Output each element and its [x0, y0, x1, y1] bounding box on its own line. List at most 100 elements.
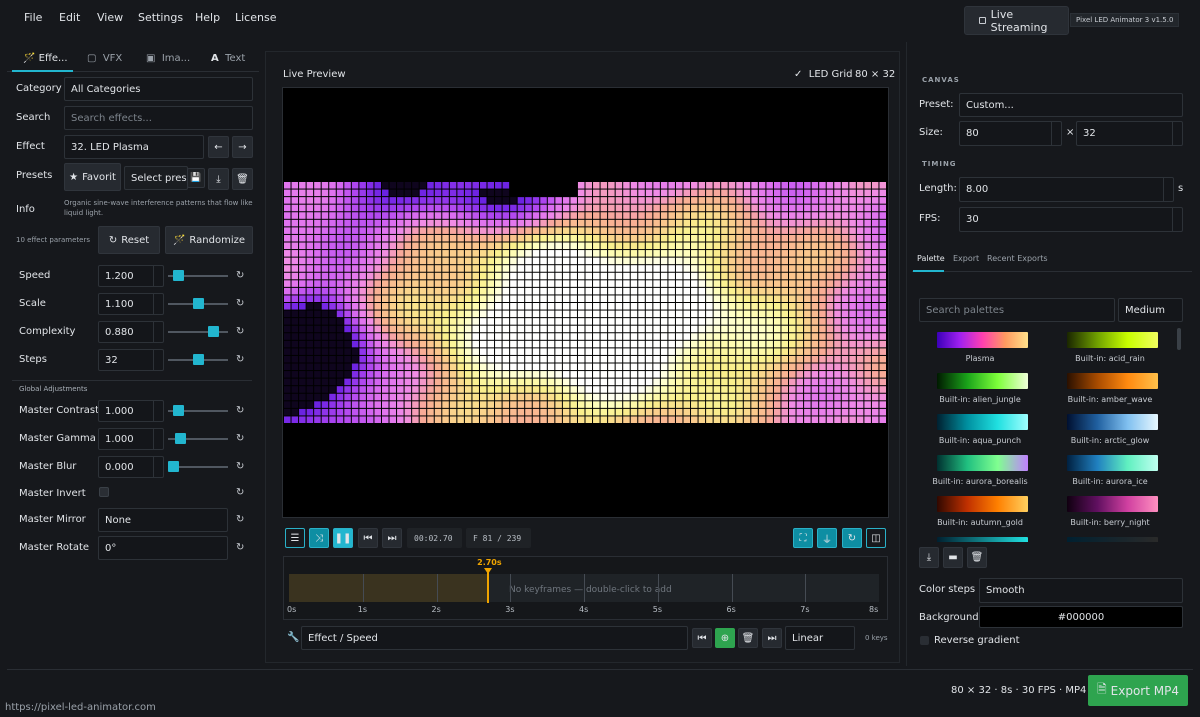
menu-license[interactable]: License: [235, 11, 276, 24]
refresh-icon[interactable]: ↻: [236, 433, 244, 444]
master-rotate-select[interactable]: 0°: [98, 536, 228, 560]
add-keyframe-button[interactable]: ⊕: [715, 628, 735, 648]
palette-swatch[interactable]: [937, 455, 1028, 471]
track-select[interactable]: Effect / Speed: [301, 626, 688, 650]
stepper-icon[interactable]: [153, 266, 163, 286]
reset-button[interactable]: ↻ Reset: [98, 226, 160, 254]
refresh-icon[interactable]: ↻: [236, 542, 244, 553]
refresh-icon[interactable]: ↻: [236, 270, 244, 281]
param-input[interactable]: 32: [98, 349, 164, 371]
fullscreen-button[interactable]: ⛶: [793, 528, 813, 548]
stepper-icon[interactable]: [153, 322, 163, 342]
loop-button[interactable]: ↻: [842, 528, 862, 548]
favorite-button[interactable]: ★ Favorit: [64, 163, 121, 191]
next-keyframe-button[interactable]: ⏭: [762, 628, 782, 648]
tab-text[interactable]: A Text: [211, 53, 245, 64]
param-slider-thumb[interactable]: [208, 326, 220, 337]
stepper-icon[interactable]: [1172, 122, 1182, 145]
refresh-icon[interactable]: ↻: [236, 487, 244, 498]
palette-swatch[interactable]: [1067, 332, 1158, 348]
param-slider-thumb[interactable]: [175, 433, 187, 444]
palette-swatch[interactable]: [1067, 537, 1158, 542]
site-url[interactable]: https://pixel-led-animator.com: [5, 702, 156, 713]
length-input[interactable]: 8.00: [959, 177, 1174, 202]
refresh-icon[interactable]: ↻: [236, 461, 244, 472]
tab-export[interactable]: Export: [953, 254, 979, 263]
param-input[interactable]: 1.200: [98, 265, 164, 287]
menu-settings[interactable]: Settings: [138, 11, 183, 24]
stepper-icon[interactable]: [1172, 208, 1182, 231]
palette-folder-button[interactable]: ▬: [943, 547, 963, 568]
param-slider-thumb[interactable]: [192, 298, 204, 309]
led-grid-toggle[interactable]: ✓ LED Grid: [794, 69, 853, 80]
refresh-icon[interactable]: ↻: [236, 514, 244, 525]
stepper-icon[interactable]: [153, 350, 163, 370]
delete-keyframe-button[interactable]: 🗑: [738, 628, 758, 648]
skip-back-button[interactable]: ⏮: [358, 528, 378, 548]
next-effect-button[interactable]: →: [232, 136, 253, 158]
scrollbar-thumb[interactable]: [1177, 328, 1181, 350]
pause-button[interactable]: ❚❚: [333, 528, 353, 548]
width-input[interactable]: 80: [959, 121, 1062, 146]
interpolation-select[interactable]: Linear: [785, 626, 855, 650]
prev-effect-button[interactable]: ←: [208, 136, 229, 158]
palette-swatch[interactable]: [1067, 455, 1158, 471]
tab-vfx[interactable]: ▢ VFX: [87, 53, 122, 64]
preset-select[interactable]: Select prese: [124, 166, 188, 190]
palette-delete-button[interactable]: 🗑: [967, 547, 987, 568]
canvas-preset-select[interactable]: Custom...: [959, 93, 1183, 117]
refresh-icon[interactable]: ↻: [236, 354, 244, 365]
search-input[interactable]: Search effects...: [64, 106, 253, 130]
menu-button[interactable]: ☰: [285, 528, 305, 548]
delete-preset-button[interactable]: 🗑: [232, 168, 253, 190]
save-preset-button[interactable]: 💾: [187, 168, 205, 188]
palette-search-input[interactable]: Search palettes: [919, 298, 1115, 322]
palette-swatch[interactable]: [1067, 373, 1158, 389]
master-mirror-select[interactable]: None: [98, 508, 228, 532]
height-input[interactable]: 32: [1076, 121, 1183, 146]
param-slider-thumb[interactable]: [168, 461, 179, 472]
randomize-button[interactable]: 🪄 Randomize: [165, 226, 253, 254]
layout-button[interactable]: ◫: [866, 528, 886, 548]
category-select[interactable]: All Categories: [64, 77, 253, 101]
stepper-icon[interactable]: [153, 401, 163, 421]
tab-recent-exports[interactable]: Recent Exports: [987, 254, 1048, 263]
reverse-gradient-checkbox[interactable]: [920, 636, 929, 645]
menu-help[interactable]: Help: [195, 11, 220, 24]
stepper-icon[interactable]: [1051, 122, 1061, 145]
palette-size-select[interactable]: Medium: [1118, 298, 1183, 322]
stepper-icon[interactable]: [153, 429, 163, 449]
shuffle-button[interactable]: ⤨: [309, 528, 329, 548]
stepper-icon[interactable]: [153, 294, 163, 314]
param-slider-thumb[interactable]: [172, 405, 184, 416]
param-input[interactable]: 0.880: [98, 321, 164, 343]
refresh-icon[interactable]: ↻: [236, 326, 244, 337]
param-input[interactable]: 1.000: [98, 428, 164, 450]
background-color-input[interactable]: #000000: [979, 606, 1183, 628]
led-preview-canvas[interactable]: [282, 87, 889, 518]
param-input[interactable]: 1.000: [98, 400, 164, 422]
prev-keyframe-button[interactable]: ⏮: [692, 628, 712, 648]
menu-edit[interactable]: Edit: [59, 11, 80, 24]
tab-palette[interactable]: Palette: [917, 254, 945, 263]
param-slider-thumb[interactable]: [172, 270, 184, 281]
playhead[interactable]: [487, 570, 490, 603]
color-steps-select[interactable]: Smooth: [979, 578, 1183, 603]
menu-view[interactable]: View: [97, 11, 123, 24]
stepper-icon[interactable]: [153, 457, 163, 477]
download-preset-button[interactable]: ⤓: [208, 168, 229, 190]
timeline[interactable]: No keyframes — double-click to add 0s 1s 2…: [283, 556, 888, 620]
tab-effects[interactable]: 🪄 Effe...: [23, 53, 68, 64]
palette-swatch[interactable]: [1067, 414, 1158, 430]
playhead-marker-icon[interactable]: [484, 568, 493, 574]
stepper-icon[interactable]: [1163, 178, 1173, 201]
palette-swatch[interactable]: [937, 414, 1028, 430]
refresh-icon[interactable]: ↻: [236, 298, 244, 309]
menu-file[interactable]: File: [24, 11, 42, 24]
refresh-icon[interactable]: ↻: [236, 405, 244, 416]
export-mp4-button[interactable]: 🗎 Export MP4: [1088, 675, 1188, 706]
master-invert-checkbox[interactable]: [99, 487, 109, 497]
palette-swatch[interactable]: [937, 496, 1028, 512]
skip-forward-button[interactable]: ⏭: [382, 528, 402, 548]
palette-swatch[interactable]: [937, 373, 1028, 389]
